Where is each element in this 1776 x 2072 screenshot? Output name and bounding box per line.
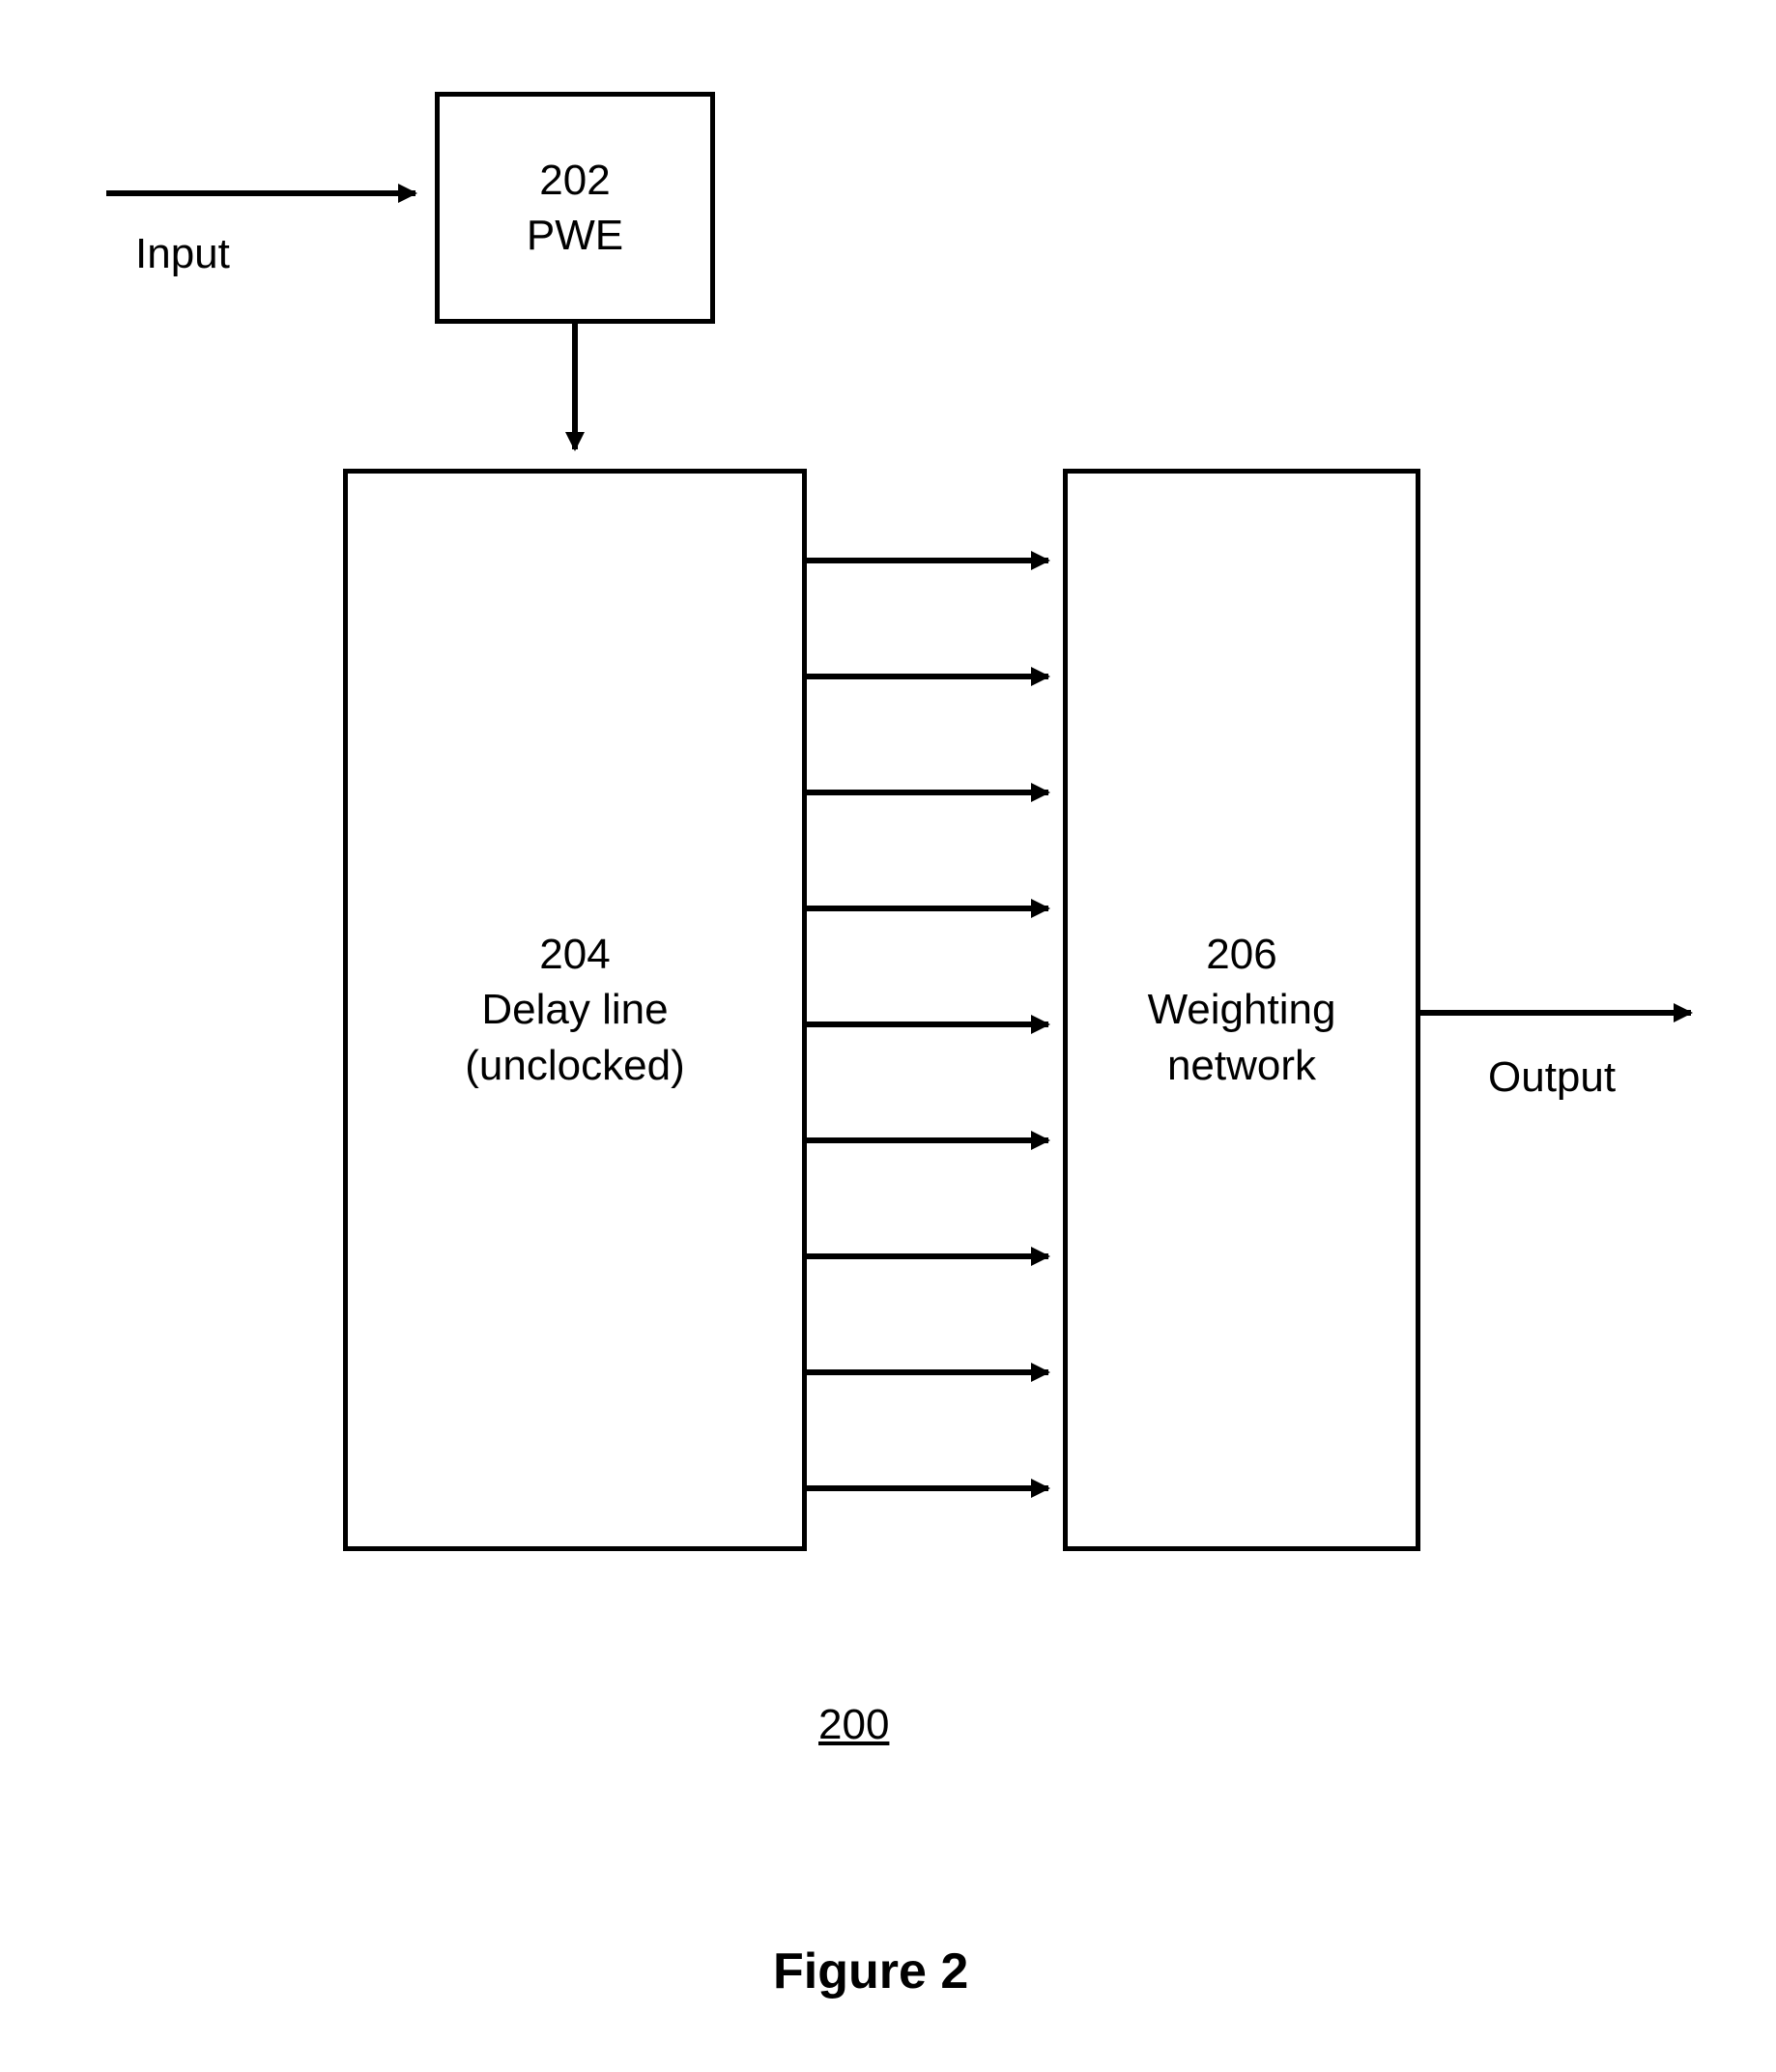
weighting-name1: Weighting [1148, 982, 1336, 1037]
weighting-block: 206 Weighting network [1063, 469, 1420, 1551]
output-label: Output [1488, 1053, 1616, 1102]
diagram-canvas: Input 202 PWE 204 Delay line (unclocked)… [0, 0, 1776, 2072]
tap-arrow-6 [807, 1131, 1077, 1150]
input-label: Input [135, 230, 230, 278]
delay-line-name1: Delay line [481, 982, 668, 1037]
pwe-id: 202 [539, 153, 610, 208]
delay-line-id: 204 [539, 927, 610, 982]
weighting-name2: network [1167, 1038, 1316, 1093]
arrow-output [1420, 993, 1710, 1032]
pwe-name: PWE [527, 208, 623, 263]
pwe-block: 202 PWE [435, 92, 715, 324]
figure-caption: Figure 2 [773, 1942, 968, 2000]
tap-arrow-4 [807, 899, 1077, 918]
tap-arrow-7 [807, 1247, 1077, 1266]
tap-arrow-8 [807, 1363, 1077, 1382]
figure-number: 200 [818, 1701, 889, 1749]
tap-arrow-9 [807, 1479, 1077, 1498]
weighting-id: 206 [1206, 927, 1276, 982]
arrow-input-to-pwe [106, 174, 435, 213]
delay-line-block: 204 Delay line (unclocked) [343, 469, 807, 1551]
tap-arrow-5 [807, 1015, 1077, 1034]
delay-line-name2: (unclocked) [465, 1038, 684, 1093]
tap-arrow-3 [807, 783, 1077, 802]
arrow-pwe-to-delay [556, 324, 594, 469]
tap-arrow-1 [807, 551, 1077, 570]
tap-arrow-2 [807, 667, 1077, 686]
